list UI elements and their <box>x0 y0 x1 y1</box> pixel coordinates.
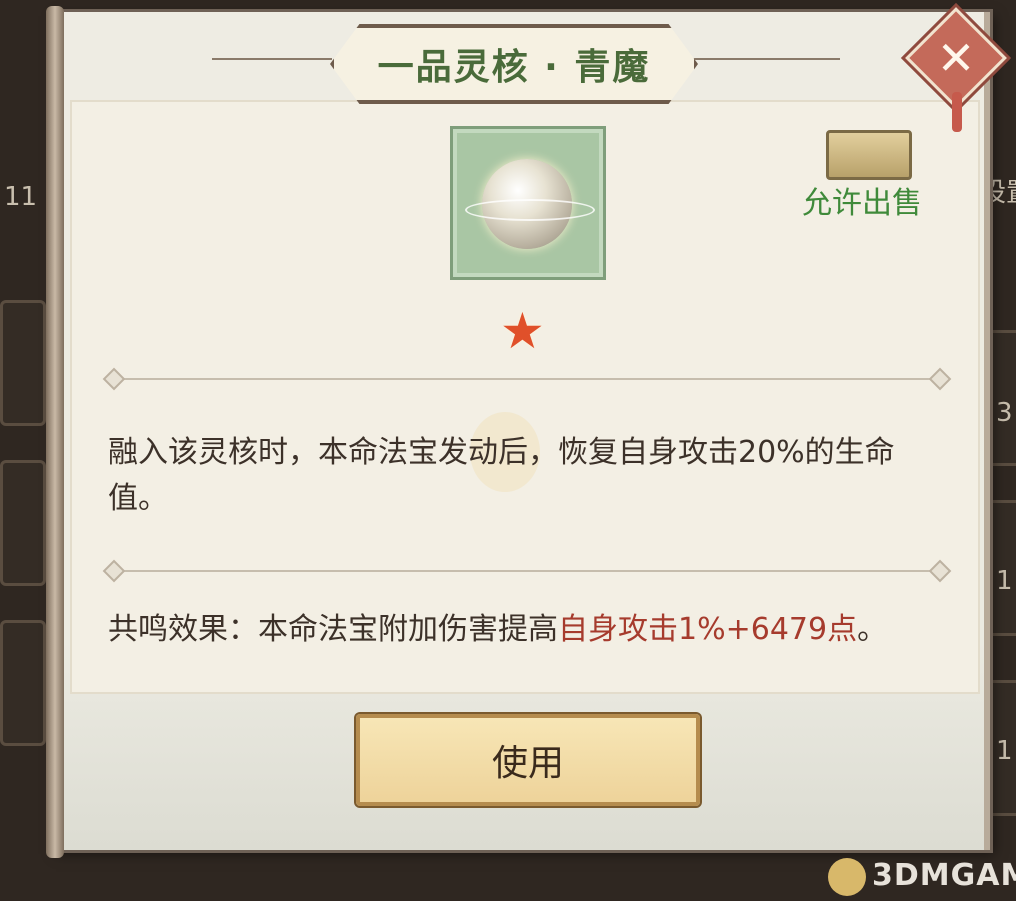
sellable-label: 允许出售 <box>802 186 922 221</box>
divider-bottom <box>112 570 942 572</box>
background-number: 1 <box>996 736 1013 766</box>
background-slot <box>0 300 46 426</box>
background-number: 1 <box>996 566 1013 596</box>
treasure-chest-icon <box>826 130 912 180</box>
background-slot <box>0 460 46 586</box>
scroll-rod-decoration <box>46 6 64 858</box>
close-x-icon: ✕ <box>936 31 976 85</box>
use-button-label: 使用 <box>491 743 564 784</box>
divider-top <box>112 378 942 380</box>
orb-ring-decoration <box>465 199 595 221</box>
background-slot <box>0 620 46 746</box>
item-icon-frame <box>450 126 606 280</box>
watermark-logo-icon <box>828 858 866 896</box>
watermark-text: 3DMGAME <box>872 858 1016 893</box>
resonance-suffix: 。 <box>857 612 888 647</box>
resonance-highlight: 自身攻击1%+6479点 <box>558 612 858 647</box>
item-description: 融入该灵核时，本命法宝发动后，恢复自身攻击20%的生命值。 <box>108 435 895 516</box>
background-number: 11 <box>4 182 38 212</box>
title-plaque: 一品灵核 · 青魔 <box>330 24 698 104</box>
title-ornament-line <box>212 58 332 60</box>
dialog-title: 一品灵核 · 青魔 <box>377 47 651 88</box>
background-number: 3 <box>996 398 1013 428</box>
title-ornament-line <box>690 58 840 60</box>
red-star-icon: ★ <box>500 302 545 360</box>
use-button[interactable]: 使用 <box>356 714 700 806</box>
tassel-decoration <box>952 92 962 132</box>
resonance-effect: 共鸣效果：本命法宝附加伤害提高自身攻击1%+6479点。 <box>108 610 948 650</box>
resonance-prefix: 共鸣效果：本命法宝附加伤害提高 <box>108 612 558 647</box>
